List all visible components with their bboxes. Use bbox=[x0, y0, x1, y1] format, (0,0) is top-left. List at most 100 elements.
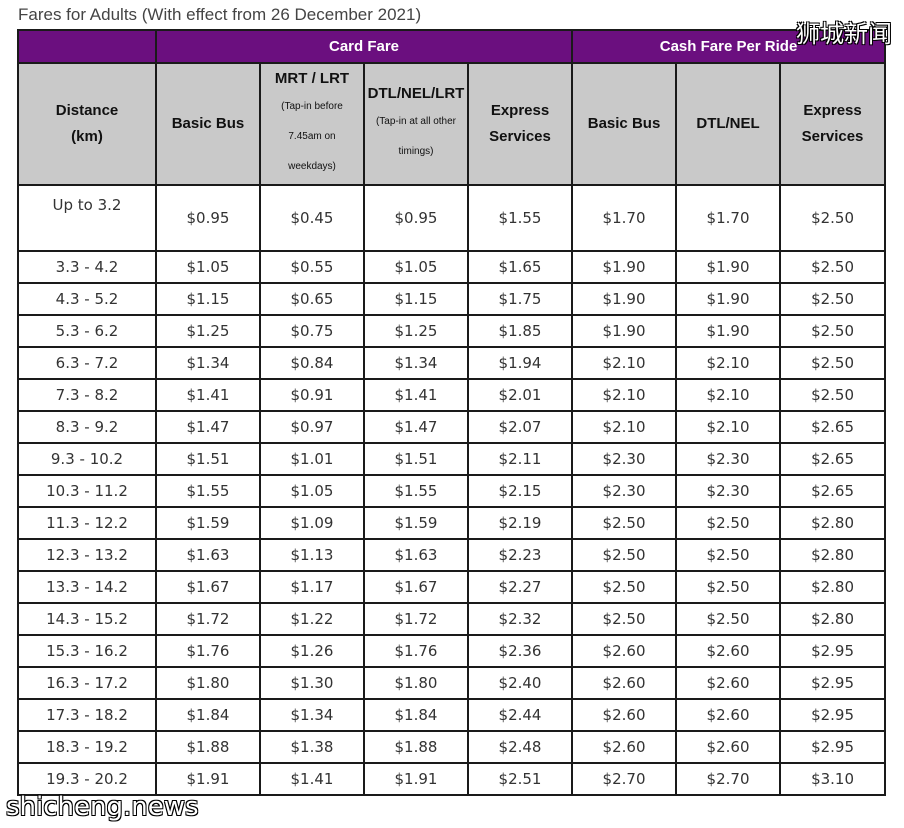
cash-express-cell: $2.80 bbox=[779, 506, 887, 540]
cash-express-cell: $2.50 bbox=[779, 378, 887, 412]
table-row: 10.3 - 11.2 $1.55 $1.05 $1.55 $2.15 $2.30 $2.3… bbox=[17, 474, 887, 508]
dtl-nel-lrt-cell: $1.51 bbox=[363, 442, 469, 476]
cash-express-cell: $2.95 bbox=[779, 698, 887, 732]
cash-dtl-nel-cell: $2.30 bbox=[675, 474, 782, 508]
mrt-lrt-cell: $0.65 bbox=[259, 282, 365, 316]
cash-express-cell: $3.10 bbox=[779, 762, 887, 796]
cash-dtl-nel-cell: $2.10 bbox=[675, 378, 782, 412]
distance-header-line2: (km) bbox=[71, 128, 103, 145]
distance-cell: 12.3 - 13.2 bbox=[17, 538, 157, 572]
cash-dtl-nel-cell: $2.50 bbox=[675, 538, 782, 572]
table-row: 5.3 - 6.2 $1.25 $0.75 $1.25 $1.85 $1.90 $1.90 $… bbox=[17, 314, 887, 348]
card-fare-header: Card Fare bbox=[154, 29, 574, 64]
cash-dtl-nel-cell: $1.90 bbox=[675, 314, 782, 348]
cash-basic-bus-cell: $2.50 bbox=[571, 602, 678, 636]
cash-basic-bus-cell: $1.90 bbox=[571, 282, 678, 316]
table-row: 16.3 - 17.2 $1.80 $1.30 $1.80 $2.40 $2.60 $2.6… bbox=[17, 666, 887, 700]
cash-basic-bus-cell: $2.10 bbox=[571, 410, 678, 444]
express-cell: $2.15 bbox=[466, 474, 574, 508]
distance-cell: 14.3 - 15.2 bbox=[17, 602, 157, 636]
mrt-lrt-cell: $0.45 bbox=[259, 184, 365, 252]
mrt-lrt-cell: $0.75 bbox=[259, 314, 365, 348]
cash-basic-bus-cell: $2.10 bbox=[571, 346, 678, 380]
distance-cell: Up to 3.2 bbox=[17, 184, 157, 252]
cash-express-cell: $2.65 bbox=[779, 474, 887, 508]
express-cell: $2.51 bbox=[466, 762, 574, 796]
table-row: 14.3 - 15.2 $1.72 $1.22 $1.72 $2.32 $2.50 $2.5… bbox=[17, 602, 887, 636]
cash-express-header: Express Services bbox=[779, 62, 887, 186]
distance-cell: 3.3 - 4.2 bbox=[17, 250, 157, 284]
watermark-top: 狮城新闻 bbox=[796, 20, 892, 48]
basic-bus-cell: $1.25 bbox=[155, 314, 261, 348]
express-cell: $2.19 bbox=[466, 506, 574, 540]
dtl-nel-lrt-note-1: (Tap-in at all other bbox=[375, 116, 457, 127]
basic-bus-cell: $1.55 bbox=[155, 474, 261, 508]
table-caption: Fares for Adults (With effect from 26 De… bbox=[18, 5, 422, 24]
cash-dtl-nel-cell: $2.60 bbox=[675, 730, 782, 764]
table-row: 15.3 - 16.2 $1.76 $1.26 $1.76 $2.36 $2.60 $2.6… bbox=[17, 634, 887, 668]
cash-dtl-nel-cell: $2.50 bbox=[675, 602, 782, 636]
watermark-bottom: shicheng.news bbox=[6, 792, 199, 822]
header-blank-cell bbox=[17, 29, 157, 64]
cash-express-cell: $2.95 bbox=[779, 634, 887, 668]
express-cell: $2.44 bbox=[466, 698, 574, 732]
basic-bus-cell: $1.91 bbox=[155, 762, 261, 796]
dtl-nel-lrt-cell: $1.67 bbox=[363, 570, 469, 604]
basic-bus-cell: $0.95 bbox=[155, 184, 261, 252]
cash-express-cell: $2.80 bbox=[779, 538, 887, 572]
basic-bus-cell: $1.47 bbox=[155, 410, 261, 444]
cash-dtl-nel-cell: $1.90 bbox=[675, 282, 782, 316]
cash-express-cell: $2.80 bbox=[779, 602, 887, 636]
express-cell: $2.36 bbox=[466, 634, 574, 668]
cash-express-line2: Services bbox=[801, 128, 864, 145]
cash-dtl-nel-cell: $1.70 bbox=[675, 184, 782, 252]
table-row: 6.3 - 7.2 $1.34 $0.84 $1.34 $1.94 $2.10 $2.10 $… bbox=[17, 346, 887, 380]
dtl-nel-lrt-cell: $1.80 bbox=[363, 666, 469, 700]
mrt-lrt-cell: $1.09 bbox=[259, 506, 365, 540]
mrt-lrt-cell: $1.22 bbox=[259, 602, 365, 636]
cash-dtl-nel-cell: $2.10 bbox=[675, 410, 782, 444]
mrt-lrt-cell: $1.38 bbox=[259, 730, 365, 764]
express-cell: $1.94 bbox=[466, 346, 574, 380]
express-cell: $1.65 bbox=[466, 250, 574, 284]
express-cell: $2.23 bbox=[466, 538, 574, 572]
cash-dtl-nel-cell: $2.70 bbox=[675, 762, 782, 796]
dtl-nel-lrt-cell: $1.05 bbox=[363, 250, 469, 284]
cash-express-cell: $2.65 bbox=[779, 410, 887, 444]
cash-basic-bus-cell: $2.50 bbox=[571, 538, 678, 572]
mrt-lrt-note-1: (Tap-in before bbox=[281, 101, 343, 112]
dtl-nel-lrt-cell: $1.72 bbox=[363, 602, 469, 636]
express-header-line2: Services bbox=[489, 128, 551, 145]
cash-express-cell: $2.50 bbox=[779, 314, 887, 348]
mrt-lrt-cell: $1.01 bbox=[259, 442, 365, 476]
dtl-nel-lrt-title: DTL/NEL/LRT bbox=[367, 85, 465, 102]
mrt-lrt-cell: $0.91 bbox=[259, 378, 365, 412]
basic-bus-cell: $1.80 bbox=[155, 666, 261, 700]
cash-basic-bus-cell: $2.10 bbox=[571, 378, 678, 412]
distance-cell: 18.3 - 19.2 bbox=[17, 730, 157, 764]
table-row: 18.3 - 19.2 $1.88 $1.38 $1.88 $2.48 $2.60 $2.6… bbox=[17, 730, 887, 764]
mrt-lrt-cell: $0.84 bbox=[259, 346, 365, 380]
mrt-lrt-cell: $0.97 bbox=[259, 410, 365, 444]
header-row-top: Card Fare Cash Fare Per Ride bbox=[17, 29, 887, 64]
distance-header: Distance (km) bbox=[17, 62, 157, 186]
dtl-nel-lrt-cell: $1.76 bbox=[363, 634, 469, 668]
dtl-nel-lrt-cell: $1.84 bbox=[363, 698, 469, 732]
cash-express-cell: $2.95 bbox=[779, 730, 887, 764]
cash-basic-bus-cell: $2.60 bbox=[571, 666, 678, 700]
mrt-lrt-cell: $1.13 bbox=[259, 538, 365, 572]
cash-express-cell: $2.65 bbox=[779, 442, 887, 476]
cash-basic-bus-cell: $2.70 bbox=[571, 762, 678, 796]
basic-bus-cell: $1.67 bbox=[155, 570, 261, 604]
cash-dtl-nel-cell: $2.50 bbox=[675, 506, 782, 540]
dtl-nel-lrt-cell: $1.55 bbox=[363, 474, 469, 508]
dtl-nel-lrt-cell: $1.34 bbox=[363, 346, 469, 380]
dtl-nel-lrt-cell: $1.41 bbox=[363, 378, 469, 412]
express-cell: $2.32 bbox=[466, 602, 574, 636]
mrt-lrt-cell: $1.41 bbox=[259, 762, 365, 796]
table-row: 11.3 - 12.2 $1.59 $1.09 $1.59 $2.19 $2.50 $2.5… bbox=[17, 506, 887, 540]
cash-dtl-nel-cell: $1.90 bbox=[675, 250, 782, 284]
cash-basic-bus-cell: $1.90 bbox=[571, 250, 678, 284]
cash-basic-bus-cell: $2.60 bbox=[571, 634, 678, 668]
table-row: 13.3 - 14.2 $1.67 $1.17 $1.67 $2.27 $2.50 $2.5… bbox=[17, 570, 887, 604]
